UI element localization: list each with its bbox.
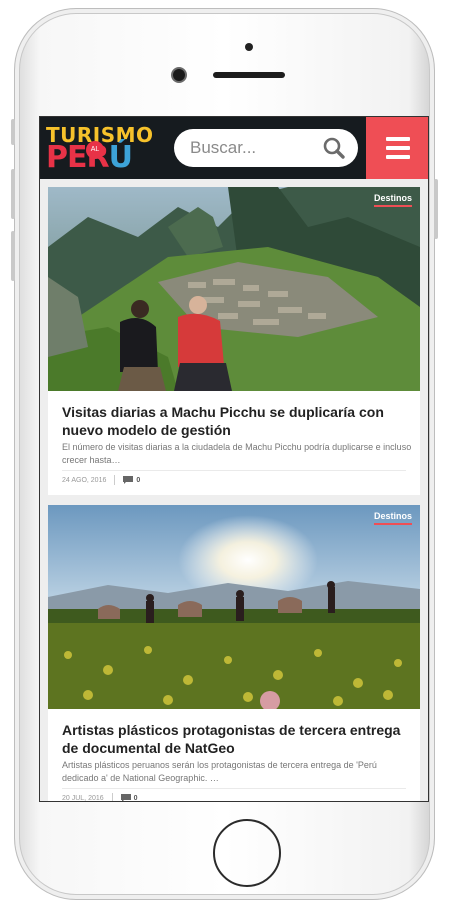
- article-card[interactable]: Destinos Visitas diarias a Machu Picchu …: [48, 187, 420, 495]
- home-button[interactable]: [213, 819, 281, 887]
- card-divider: [62, 788, 406, 789]
- article-meta: 24 AGO, 2016 0: [62, 475, 140, 485]
- logo-line-2b: Ú: [108, 140, 133, 175]
- comment-icon: [120, 794, 131, 801]
- article-excerpt: Artistas plásticos peruanos serán los pr…: [62, 760, 377, 783]
- article-image[interactable]: Destinos: [48, 505, 420, 709]
- category-tag[interactable]: Destinos: [373, 511, 412, 525]
- meta-separator: [114, 475, 116, 485]
- menu-bar-icon: [386, 137, 410, 141]
- comment-count[interactable]: 0: [123, 476, 140, 484]
- menu-bar-icon: [386, 155, 410, 159]
- article-card[interactable]: Destinos Artistas plásticos protagonista…: [48, 505, 420, 802]
- article-image[interactable]: Destinos: [48, 187, 420, 391]
- article-date: 24 AGO, 2016: [62, 476, 107, 484]
- sensor-dot: [245, 43, 253, 51]
- volume-down-button: [11, 231, 15, 281]
- machu-picchu-photo: [48, 187, 420, 391]
- search-input[interactable]: [190, 137, 320, 159]
- comment-count[interactable]: 0: [120, 794, 138, 802]
- earpiece-speaker: [213, 72, 285, 78]
- volume-up-button: [11, 169, 15, 219]
- card-divider: [62, 470, 406, 471]
- site-logo[interactable]: TURISMO PERÚ AL: [46, 123, 164, 175]
- comment-count-value: 0: [136, 476, 141, 484]
- search-icon[interactable]: [322, 136, 346, 160]
- andes-field-photo: [48, 505, 420, 709]
- front-camera: [173, 69, 185, 81]
- hamburger-menu-button[interactable]: [366, 117, 428, 179]
- article-excerpt: El número de visitas diarias a la ciudad…: [62, 442, 412, 465]
- comment-icon: [123, 476, 134, 484]
- site-header: TURISMO PERÚ AL: [40, 117, 428, 179]
- comment-count-value: 0: [133, 794, 138, 802]
- article-date: 20 JUL, 2016: [62, 794, 104, 802]
- mute-switch: [11, 119, 15, 145]
- meta-separator: [111, 793, 113, 801]
- article-title[interactable]: Artistas plásticos protagonistas de terc…: [62, 721, 412, 757]
- article-meta: 20 JUL, 2016 0: [62, 793, 138, 802]
- logo-badge: AL: [86, 141, 104, 159]
- article-title[interactable]: Visitas diarias a Machu Picchu se duplic…: [62, 403, 412, 439]
- phone-screen: TURISMO PERÚ AL Buscar... Destinos Visit…: [39, 116, 429, 802]
- category-tag[interactable]: Destinos: [373, 193, 412, 207]
- search-box: [174, 129, 358, 167]
- menu-bar-icon: [386, 146, 410, 150]
- power-button: [434, 179, 438, 239]
